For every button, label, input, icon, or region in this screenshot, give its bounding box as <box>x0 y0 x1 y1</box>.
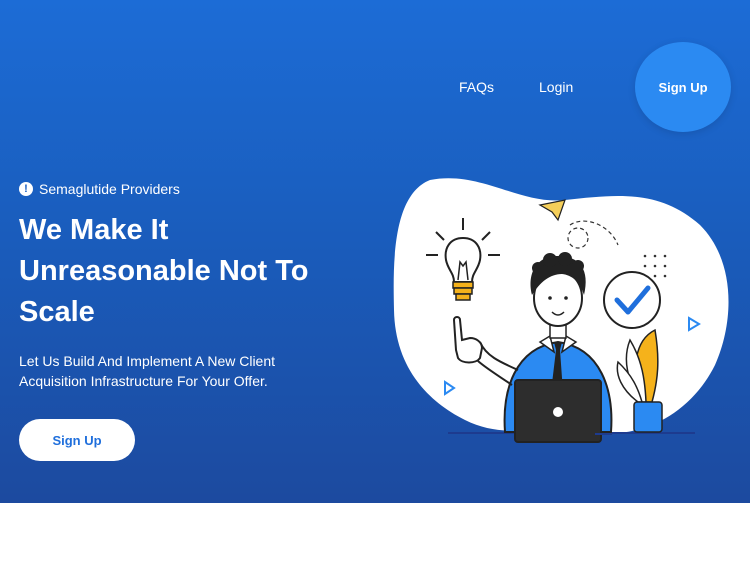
hero-signup-button[interactable]: Sign Up <box>19 419 135 461</box>
nav-link-faqs[interactable]: FAQs <box>459 79 494 95</box>
nav-signup-button[interactable]: Sign Up <box>635 42 731 132</box>
alert-circle-icon: ! <box>19 182 33 196</box>
nav-link-login[interactable]: Login <box>539 79 573 95</box>
hero-headline: We Make It Unreasonable Not To Scale <box>19 214 309 328</box>
hero-section: FAQs Login Sign Up ! Semaglutide Provide… <box>0 0 750 503</box>
eyebrow: ! Semaglutide Providers <box>19 181 180 197</box>
checkmark-icon <box>603 271 661 329</box>
laptop-icon <box>514 379 612 443</box>
hero-subtext: Let Us Build And Implement A New Client … <box>19 353 276 389</box>
eyebrow-label: Semaglutide Providers <box>39 181 180 197</box>
person-with-laptop-illustration <box>393 178 729 443</box>
